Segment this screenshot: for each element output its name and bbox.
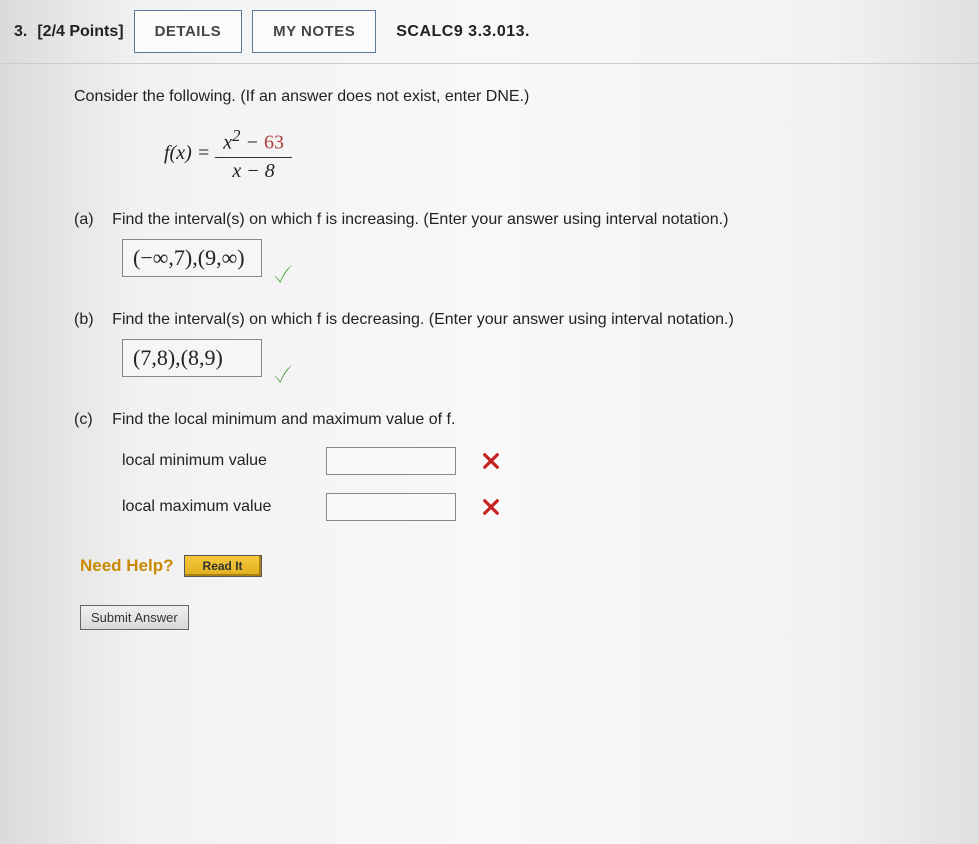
part-a-label: (a): [74, 211, 108, 229]
part-c: (c) Find the local minimum and maximum v…: [74, 411, 979, 521]
numerator: x2 − 63: [215, 124, 292, 158]
need-help-row: Need Help? Read It: [80, 555, 979, 577]
local-min-label: local minimum value: [122, 452, 312, 470]
local-max-input[interactable]: [326, 493, 456, 521]
x-icon: [482, 452, 500, 470]
part-c-subitems: local minimum value local maximum value: [122, 447, 979, 521]
part-b-answer-row: (7,8),(8,9): [122, 339, 979, 377]
local-min-row: local minimum value: [122, 447, 979, 475]
prompt-text: Consider the following. (If an answer do…: [74, 88, 979, 106]
question-header: 3. [2/4 Points] DETAILS MY NOTES SCALC9 …: [0, 0, 979, 64]
part-b-text: Find the interval(s) on which f is decre…: [112, 311, 734, 328]
my-notes-button[interactable]: MY NOTES: [252, 10, 376, 53]
points-indicator: [2/4 Points]: [37, 23, 123, 41]
formula: f(x) = x2 − 63 x − 8: [74, 124, 979, 185]
part-a: (a) Find the interval(s) on which f is i…: [74, 211, 979, 277]
submit-answer-button[interactable]: Submit Answer: [80, 605, 189, 630]
part-b-answer-input[interactable]: (7,8),(8,9): [122, 339, 262, 377]
question-content: Consider the following. (If an answer do…: [0, 64, 979, 654]
part-a-text: Find the interval(s) on which f is incre…: [112, 211, 728, 228]
part-b-label: (b): [74, 311, 108, 329]
part-c-label: (c): [74, 411, 108, 429]
details-button[interactable]: DETAILS: [134, 10, 243, 53]
part-c-text: Find the local minimum and maximum value…: [112, 411, 455, 428]
formula-lhs: f(x) =: [164, 142, 215, 164]
part-b: (b) Find the interval(s) on which f is d…: [74, 311, 979, 377]
denominator: x − 8: [215, 158, 292, 185]
question-number: 3.: [14, 23, 27, 41]
check-icon: [272, 263, 294, 283]
local-min-input[interactable]: [326, 447, 456, 475]
read-it-button[interactable]: Read It: [184, 555, 262, 577]
need-help-label: Need Help?: [80, 556, 174, 576]
local-max-row: local maximum value: [122, 493, 979, 521]
local-max-label: local maximum value: [122, 498, 312, 516]
question-reference: SCALC9 3.3.013.: [386, 23, 530, 41]
x-icon: [482, 498, 500, 516]
fraction: x2 − 63 x − 8: [215, 124, 292, 185]
part-a-answer-row: (−∞,7),(9,∞): [122, 239, 979, 277]
check-icon: [272, 363, 294, 383]
question-page: 3. [2/4 Points] DETAILS MY NOTES SCALC9 …: [0, 0, 979, 844]
part-a-answer-input[interactable]: (−∞,7),(9,∞): [122, 239, 262, 277]
